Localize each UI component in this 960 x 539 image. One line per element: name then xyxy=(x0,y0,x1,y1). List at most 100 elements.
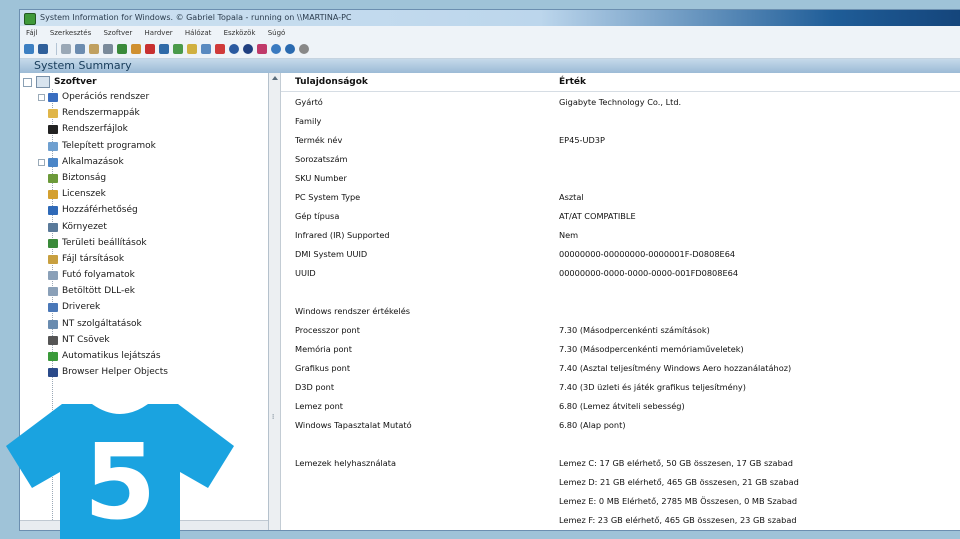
print-icon[interactable] xyxy=(103,44,113,54)
disk-icon[interactable] xyxy=(243,44,253,54)
table-row[interactable]: Windows rendszer értékelés xyxy=(281,301,960,320)
table-row[interactable]: Sorozatszám xyxy=(281,149,960,168)
copy-icon[interactable] xyxy=(75,44,85,54)
table-row[interactable]: Family xyxy=(281,111,960,130)
tree-item-label: NT Csövek xyxy=(62,334,110,345)
network-icon[interactable] xyxy=(159,44,169,54)
summary-bar[interactable]: System Summary xyxy=(20,59,960,73)
table-row[interactable]: Termék név EP45-UD3P xyxy=(281,130,960,149)
table-row[interactable]: DMI System UUID 00000000-00000000-0000001… xyxy=(281,244,960,263)
property-cell: Termék név xyxy=(295,134,343,145)
table-row[interactable]: Lemez F: 23 GB elérhető, 465 GB összesen… xyxy=(281,510,960,529)
tree-item[interactable]: Rendszermappák xyxy=(20,105,268,121)
property-cell: Grafikus pont xyxy=(295,362,351,373)
value-cell: Lemez E: 0 MB Elérhető, 2785 MB Összesen… xyxy=(559,495,798,506)
paste-icon[interactable] xyxy=(89,44,99,54)
table-row[interactable]: Infrared (IR) Supported Nem xyxy=(281,225,960,244)
tree-item[interactable]: Biztonság xyxy=(20,170,268,186)
tree-item-icon xyxy=(48,93,58,102)
value-cell: 7.30 (Másodpercenkénti számítások) xyxy=(559,324,710,335)
tree-root-software[interactable]: Szoftver xyxy=(20,75,268,89)
monitor-icon[interactable] xyxy=(173,44,183,54)
window-title: System Information for Windows. © Gabrie… xyxy=(40,13,352,22)
tree-item[interactable]: Browser Helper Objects xyxy=(20,364,268,380)
property-column-header[interactable]: Tulajdonságok xyxy=(281,73,558,92)
table-row[interactable]: PC System Type Asztal xyxy=(281,187,960,206)
menu-file[interactable]: Fájl xyxy=(26,29,38,37)
tree-vertical-scrollbar[interactable]: ⁞ xyxy=(269,73,281,530)
table-row[interactable]: Memória pont 7.30 (Másodpercenkénti memór… xyxy=(281,339,960,358)
menu-tools[interactable]: Eszközök xyxy=(224,29,256,37)
table-row[interactable]: SKU Number xyxy=(281,168,960,187)
menu-edit[interactable]: Szerkesztés xyxy=(50,29,91,37)
tree-item[interactable]: NT szolgáltatások xyxy=(20,316,268,332)
table-row[interactable]: Gép típusa AT/AT COMPATIBLE xyxy=(281,206,960,225)
tree-item-label: Rendszermappák xyxy=(62,108,140,119)
refresh-icon[interactable] xyxy=(117,44,127,54)
table-row[interactable]: Lemez D: 21 GB elérhető, 465 GB összesen… xyxy=(281,472,960,491)
menu-help[interactable]: Súgó xyxy=(268,29,286,37)
tree-item[interactable]: Környezet xyxy=(20,219,268,235)
property-cell xyxy=(281,472,558,491)
tree-item-label: Licenszek xyxy=(62,189,106,200)
tree-item-icon xyxy=(48,206,58,216)
software-icon[interactable] xyxy=(201,44,211,54)
scroll-up-icon[interactable] xyxy=(272,76,278,80)
value-cell: Lemez C: 17 GB elérhető, 50 GB összesen,… xyxy=(559,457,793,468)
table-row[interactable]: Lemezek helyhasználata Lemez C: 17 GB elé… xyxy=(281,453,960,472)
table-row[interactable]: Gyártó Gigabyte Technology Co., Ltd. xyxy=(281,92,960,112)
chip-icon[interactable] xyxy=(145,44,155,54)
info-icon[interactable] xyxy=(271,44,281,54)
tree-item[interactable]: Hozzáférhetőség xyxy=(20,202,268,218)
table-row[interactable]: Grafikus pont 7.40 (Asztal teljesítmény W… xyxy=(281,358,960,377)
tree-item[interactable]: Alkalmazások xyxy=(20,154,268,170)
tree-item[interactable]: NT Csövek xyxy=(20,332,268,348)
list-icon[interactable] xyxy=(187,44,197,54)
tree-item[interactable]: Licenszek xyxy=(20,186,268,202)
expand-icon[interactable] xyxy=(38,158,45,166)
expand-icon[interactable] xyxy=(38,94,45,101)
tree-item-icon xyxy=(48,238,58,248)
table-row[interactable] xyxy=(281,434,960,453)
save-icon[interactable] xyxy=(38,44,48,54)
table-row[interactable]: Lemez J: 56 GB elérhető, 465 GB összesen… xyxy=(281,529,960,530)
property-cell: Lemez pont xyxy=(295,400,343,411)
tree-item[interactable]: Rendszerfájlok xyxy=(20,121,268,137)
tshirt-badge-icon: 5 xyxy=(6,404,234,539)
menu-network[interactable]: Hálózat xyxy=(185,29,212,37)
tree-item[interactable]: Fájl társítások xyxy=(20,251,268,267)
folder-icon[interactable] xyxy=(24,44,34,54)
collapse-icon[interactable] xyxy=(23,78,32,87)
menu-hardware[interactable]: Hardver xyxy=(145,29,173,37)
table-row[interactable]: Processzor pont 7.30 (Másodpercenkénti sz… xyxy=(281,320,960,339)
table-row[interactable]: Lemez pont 6.80 (Lemez átviteli sebesség) xyxy=(281,396,960,415)
value-cell: 7.30 (Másodpercenkénti memóriaműveletek) xyxy=(559,343,744,354)
cut-icon[interactable] xyxy=(61,44,71,54)
stop-icon[interactable] xyxy=(215,44,225,54)
scroll-gripper-icon[interactable]: ⁞ xyxy=(272,413,274,421)
disk2-icon[interactable] xyxy=(257,44,267,54)
power-icon[interactable] xyxy=(299,44,309,54)
property-cell: Windows rendszer értékelés xyxy=(295,305,411,316)
globe-icon[interactable] xyxy=(229,44,239,54)
help-icon[interactable] xyxy=(285,44,295,54)
tree-item-icon xyxy=(48,287,58,297)
tree-item[interactable]: Telepített programok xyxy=(20,138,268,154)
table-row[interactable]: Windows Tapasztalat Mutató 6.80 (Alap pon… xyxy=(281,415,960,434)
table-row[interactable]: UUID 00000000-0000-0000-0000-001FD0808E64 xyxy=(281,263,960,282)
tree-item-label: Környezet xyxy=(62,221,107,232)
tree-item[interactable]: Futó folyamatok xyxy=(20,267,268,283)
menu-software[interactable]: Szoftver xyxy=(103,29,132,37)
find-icon[interactable] xyxy=(131,44,141,54)
table-row[interactable]: D3D pont 7.40 (3D üzleti és játék grafiku… xyxy=(281,377,960,396)
tree-item[interactable]: Driverek xyxy=(20,299,268,315)
table-row[interactable]: Lemez E: 0 MB Elérhető, 2785 MB Összesen… xyxy=(281,491,960,510)
table-row[interactable] xyxy=(281,282,960,301)
tree-item[interactable]: Betöltött DLL-ek xyxy=(20,283,268,299)
tree-item[interactable]: Területi beállítások xyxy=(20,235,268,251)
property-cell xyxy=(281,434,558,453)
property-cell: Lemezek helyhasználata xyxy=(295,457,396,468)
tree-item[interactable]: Operációs rendszer xyxy=(20,89,268,105)
value-column-header[interactable]: Érték xyxy=(558,73,960,92)
tree-item[interactable]: Automatikus lejátszás xyxy=(20,348,268,364)
